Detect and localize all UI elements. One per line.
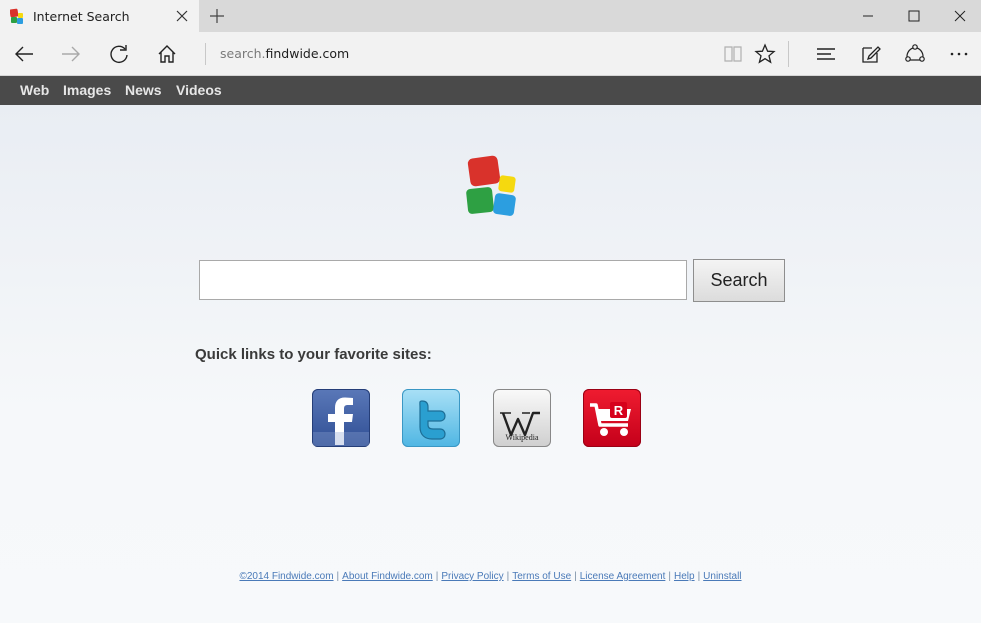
- browser-tab[interactable]: Internet Search: [0, 0, 199, 32]
- wikipedia-icon: Wikipedia: [493, 389, 551, 447]
- footer-about-link[interactable]: About Findwide.com: [342, 571, 433, 582]
- close-icon: [954, 10, 966, 22]
- maximize-button[interactable]: [891, 0, 937, 32]
- nav-web[interactable]: Web: [20, 82, 49, 98]
- address-bar-row: search.findwide.com: [0, 32, 981, 76]
- quick-link-shopping[interactable]: R: [583, 389, 641, 447]
- facebook-icon: [312, 389, 370, 447]
- quick-link-wikipedia[interactable]: Wikipedia: [493, 389, 551, 447]
- shopping-cart-icon: R: [583, 389, 641, 447]
- search-button[interactable]: Search: [693, 259, 785, 302]
- share-button[interactable]: [900, 40, 930, 68]
- share-icon: [905, 44, 925, 62]
- nav-videos[interactable]: Videos: [176, 82, 222, 98]
- star-icon: [754, 43, 776, 64]
- hub-button[interactable]: [811, 40, 841, 68]
- cart-r-glyph: R: [614, 403, 624, 418]
- toolbar-separator: [788, 41, 789, 67]
- close-tab-icon[interactable]: [172, 6, 192, 26]
- reading-view-button[interactable]: [718, 40, 748, 68]
- favorite-button[interactable]: [750, 40, 780, 68]
- tab-title: Internet Search: [33, 9, 130, 24]
- footer-privacy-link[interactable]: Privacy Policy: [441, 571, 503, 582]
- refresh-button[interactable]: [104, 40, 134, 68]
- findwide-logo-icon: [466, 155, 516, 216]
- home-button[interactable]: [152, 40, 182, 68]
- search-input[interactable]: [199, 260, 687, 300]
- quick-links-title: Quick links to your favorite sites:: [195, 346, 432, 363]
- wikipedia-wordmark: Wikipedia: [506, 433, 539, 442]
- quick-link-twitter[interactable]: [402, 389, 460, 447]
- main-content: Search Quick links to your favorite site…: [0, 105, 981, 623]
- address-separator: [205, 43, 206, 65]
- close-window-button[interactable]: [937, 0, 981, 32]
- new-tab-icon[interactable]: [206, 5, 228, 27]
- address-prefix: search.: [220, 46, 266, 61]
- home-icon: [158, 45, 176, 63]
- title-bar: Internet Search: [0, 0, 981, 32]
- forward-arrow-icon: [62, 46, 80, 62]
- more-dots-icon: [950, 52, 968, 56]
- address-domain: findwide.com: [265, 46, 350, 61]
- twitter-icon: [402, 389, 460, 447]
- more-button[interactable]: [944, 40, 974, 68]
- back-button[interactable]: [9, 40, 39, 68]
- footer-terms-link[interactable]: Terms of Use: [512, 571, 571, 582]
- minimize-icon: [863, 15, 873, 17]
- findwide-favicon-icon: [10, 8, 23, 24]
- footer-help-link[interactable]: Help: [674, 571, 695, 582]
- footer-license-link[interactable]: License Agreement: [580, 571, 666, 582]
- quick-link-facebook[interactable]: [312, 389, 370, 447]
- back-arrow-icon: [15, 46, 33, 62]
- refresh-icon: [110, 45, 128, 64]
- footer-uninstall-link[interactable]: Uninstall: [703, 571, 741, 582]
- footer: ©2014 Findwide.com | About Findwide.com | Pr…: [239, 571, 742, 582]
- hub-icon: [817, 48, 835, 60]
- minimize-button[interactable]: [845, 0, 891, 32]
- reading-view-icon: [724, 46, 742, 62]
- address-field[interactable]: search.findwide.com: [220, 46, 349, 61]
- nav-news[interactable]: News: [125, 82, 162, 98]
- forward-button[interactable]: [56, 40, 86, 68]
- web-note-icon: [862, 46, 881, 63]
- maximize-icon: [908, 10, 920, 22]
- web-note-button[interactable]: [856, 40, 886, 68]
- nav-images[interactable]: Images: [63, 82, 111, 98]
- footer-copyright-link[interactable]: ©2014 Findwide.com: [239, 571, 333, 582]
- site-nav: Web Images News Videos: [0, 76, 981, 105]
